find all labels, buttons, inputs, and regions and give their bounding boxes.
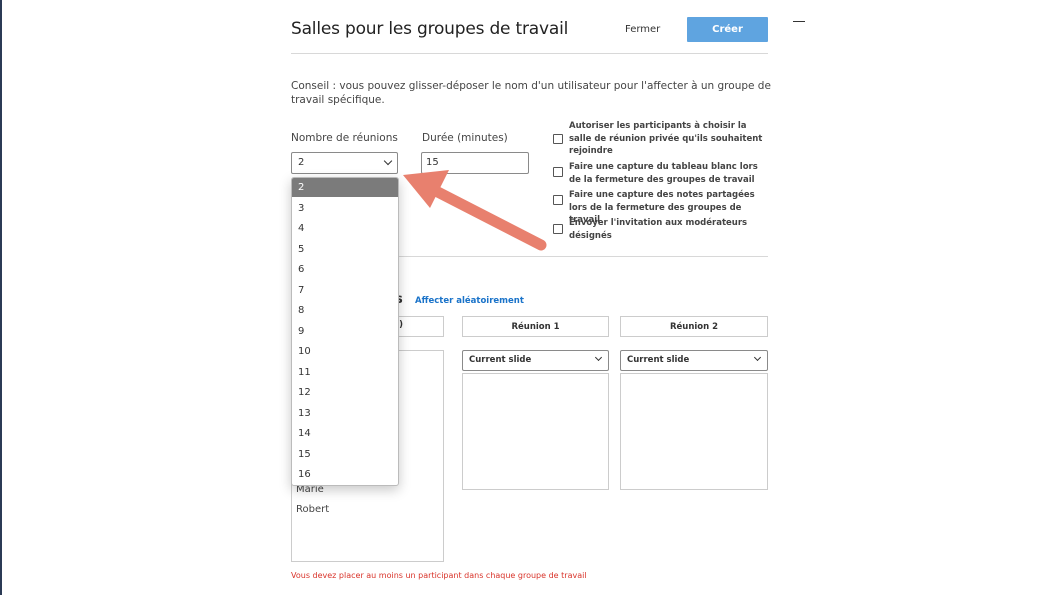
- dropdown-option-label: 3: [298, 202, 305, 214]
- dropdown-option-label: 14: [298, 428, 311, 439]
- room-2-dropzone[interactable]: [620, 373, 768, 490]
- dropdown-option-label: 15: [298, 448, 311, 460]
- dropdown-option[interactable]: 14: [292, 424, 398, 443]
- rooms-count-label: Nombre de réunions: [291, 132, 398, 144]
- option-label: Autoriser les participants à choisir la …: [569, 121, 763, 156]
- option-checkbox[interactable]: [553, 195, 563, 205]
- dropdown-option[interactable]: 10: [292, 342, 398, 361]
- dropdown-option[interactable]: 12: [292, 383, 398, 402]
- dropdown-option[interactable]: 4: [292, 219, 398, 238]
- dropdown-option-label: 10: [298, 346, 311, 357]
- dropdown-option-label: 6: [298, 264, 305, 275]
- room-1-header: Réunion 1: [462, 316, 609, 337]
- chevron-down-icon: [383, 156, 393, 166]
- random-assign-link[interactable]: Affecter aléatoirement: [415, 296, 524, 306]
- breakout-rooms-dialog: Salles pour les groupes de travail Ferme…: [291, 0, 771, 595]
- rooms-count-select[interactable]: 2: [291, 152, 398, 174]
- dropdown-option[interactable]: 6: [292, 260, 398, 279]
- dropdown-option-label: 8: [298, 305, 305, 316]
- room-1-slide-value: Current slide: [469, 355, 532, 365]
- header-divider: [291, 53, 768, 54]
- duration-value: 15: [426, 157, 439, 168]
- minimize-icon[interactable]: [793, 21, 805, 22]
- rooms-count-dropdown: 2 3 4 5 6 7 8 9 10 11 12 13 14 15 16: [291, 177, 399, 486]
- dropdown-option[interactable]: 2: [292, 178, 398, 197]
- dropdown-option[interactable]: 15: [292, 445, 398, 464]
- dropdown-option[interactable]: 5: [292, 240, 398, 259]
- dialog-title: Salles pour les groupes de travail: [291, 19, 569, 39]
- dropdown-option-label: 12: [298, 387, 311, 398]
- dropdown-option-label: 4: [298, 223, 305, 234]
- room-2-header: Réunion 2: [620, 316, 768, 337]
- duration-label: Durée (minutes): [422, 132, 508, 144]
- dropdown-option[interactable]: 3: [292, 199, 398, 218]
- user-item[interactable]: Robert: [296, 504, 329, 515]
- option-checkbox[interactable]: [553, 167, 563, 177]
- option-label: Faire une capture du tableau blanc lors …: [569, 162, 758, 185]
- chevron-down-icon: [753, 353, 762, 362]
- room-2-slide-select[interactable]: Current slide: [620, 350, 768, 371]
- room-1-slide-select[interactable]: Current slide: [462, 350, 609, 371]
- create-button[interactable]: Créer: [687, 17, 768, 42]
- window-edge: [0, 0, 2, 595]
- hint-text: Conseil : vous pouvez glisser-déposer le…: [291, 80, 771, 106]
- room-2-slide-value: Current slide: [627, 355, 690, 365]
- dropdown-option-label: 7: [298, 284, 305, 296]
- error-message: Vous devez placer au moins un participan…: [291, 571, 587, 580]
- dropdown-option-label: 5: [298, 243, 305, 255]
- option-checkbox[interactable]: [553, 224, 563, 234]
- dropdown-option[interactable]: 16: [292, 465, 398, 484]
- dropdown-option-label: 2: [298, 182, 305, 193]
- option-label: Envoyer l'invitation aux modérateurs dés…: [569, 218, 748, 241]
- duration-input[interactable]: 15: [421, 152, 529, 174]
- chevron-down-icon: [594, 353, 603, 362]
- dropdown-option-label: 11: [298, 366, 311, 378]
- dropdown-option-label: 13: [298, 407, 311, 419]
- room-1-title: Réunion 1: [511, 321, 560, 332]
- option-checkbox[interactable]: [553, 134, 563, 144]
- rooms-count-value: 2: [298, 157, 305, 168]
- dropdown-option[interactable]: 8: [292, 301, 398, 320]
- unassigned-header-label: ): [399, 320, 403, 330]
- room-2-title: Réunion 2: [669, 321, 719, 332]
- dropdown-option-label: 9: [298, 325, 305, 337]
- room-1-dropzone[interactable]: [462, 373, 609, 490]
- close-button[interactable]: Fermer: [625, 24, 660, 35]
- dropdown-option[interactable]: 9: [292, 322, 398, 341]
- dropdown-option[interactable]: 13: [292, 404, 398, 423]
- dropdown-option[interactable]: 11: [292, 363, 398, 382]
- dropdown-option[interactable]: 7: [292, 281, 398, 300]
- dropdown-option-label: 16: [298, 469, 311, 480]
